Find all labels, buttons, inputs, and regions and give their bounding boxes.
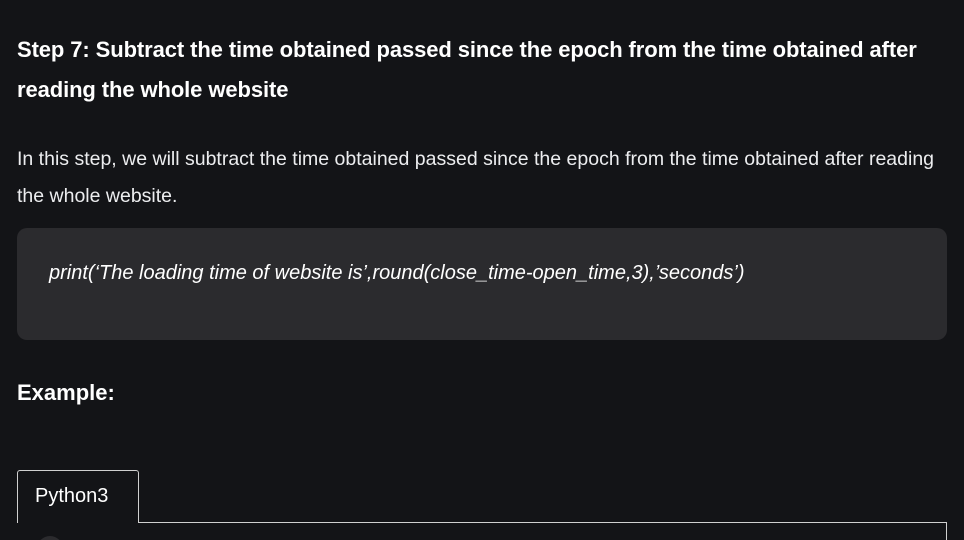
step-description: In this step, we will subtract the time … [17, 148, 935, 207]
tab-python3-label: Python3 [35, 485, 109, 507]
tab-python3[interactable]: Python3 [17, 470, 139, 523]
example-heading: Example: [17, 380, 115, 405]
step-heading: Step 7: Subtract the time obtained passe… [17, 37, 917, 102]
code-snippet-block: print(‘The loading time of website is’,r… [17, 228, 947, 340]
code-editor-frame [17, 522, 947, 540]
code-snippet-text: print(‘The loading time of website is’,r… [49, 262, 745, 284]
